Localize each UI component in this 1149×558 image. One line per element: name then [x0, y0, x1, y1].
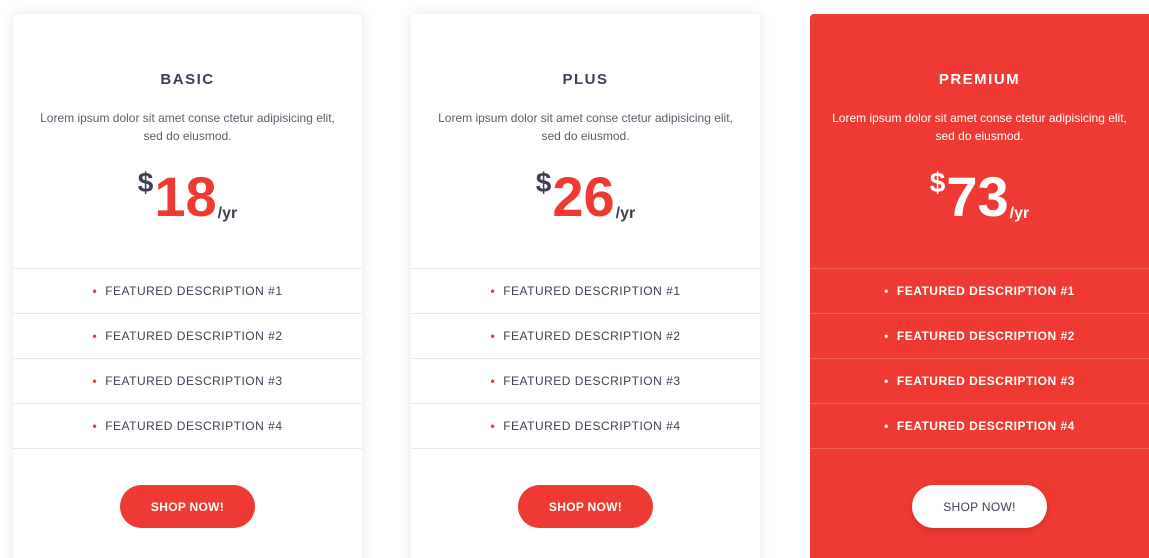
feature-label: FEATURED DESCRIPTION #3 — [896, 374, 1075, 388]
card-header: PLUS Lorem ipsum dolor sit amet conse ct… — [411, 14, 760, 268]
cta-area: SHOP NOW! — [810, 449, 1149, 556]
feature-label: FEATURED DESCRIPTION #4 — [503, 419, 681, 433]
price-period: /yr — [615, 205, 636, 222]
feature-label: FEATURED DESCRIPTION #1 — [105, 284, 283, 298]
feature-item: • FEATURED DESCRIPTION #2 — [13, 314, 362, 359]
feature-label: FEATURED DESCRIPTION #2 — [105, 329, 283, 343]
pricing-card-premium: PREMIUM Lorem ipsum dolor sit amet conse… — [810, 14, 1149, 558]
feature-label: FEATURED DESCRIPTION #2 — [503, 329, 681, 343]
bullet-icon: • — [884, 419, 889, 433]
bullet-icon: • — [92, 284, 98, 298]
card-header: BASIC Lorem ipsum dolor sit amet conse c… — [13, 14, 362, 268]
feature-item: • FEATURED DESCRIPTION #3 — [810, 359, 1149, 404]
plan-description: Lorem ipsum dolor sit amet conse ctetur … — [438, 111, 733, 143]
price-amount: 73 — [946, 165, 1009, 228]
price-period: /yr — [217, 205, 238, 222]
price-period: /yr — [1009, 205, 1030, 222]
price-amount: 26 — [552, 165, 615, 228]
feature-item: • FEATURED DESCRIPTION #4 — [411, 404, 760, 449]
bullet-icon: • — [92, 419, 98, 433]
feature-label: FEATURED DESCRIPTION #4 — [896, 419, 1075, 433]
feature-label: FEATURED DESCRIPTION #1 — [503, 284, 681, 298]
feature-item: • FEATURED DESCRIPTION #1 — [810, 269, 1149, 314]
shop-now-button[interactable]: SHOP NOW! — [912, 485, 1047, 528]
feature-item: • FEATURED DESCRIPTION #4 — [810, 404, 1149, 449]
shop-now-button[interactable]: SHOP NOW! — [120, 485, 255, 528]
bullet-icon: • — [92, 374, 98, 388]
price-amount: 18 — [154, 165, 217, 228]
feature-list: • FEATURED DESCRIPTION #1 • FEATURED DESCR… — [411, 268, 760, 449]
bullet-icon: • — [884, 374, 889, 388]
feature-label: FEATURED DESCRIPTION #3 — [503, 374, 681, 388]
feature-item: • FEATURED DESCRIPTION #4 — [13, 404, 362, 449]
cta-area: SHOP NOW! — [411, 449, 760, 556]
feature-label: FEATURED DESCRIPTION #1 — [896, 284, 1075, 298]
cta-area: SHOP NOW! — [13, 449, 362, 556]
bullet-icon: • — [884, 329, 889, 343]
bullet-icon: • — [490, 419, 496, 433]
feature-list: • FEATURED DESCRIPTION #1 • FEATURED DESCR… — [810, 268, 1149, 449]
plan-name: BASIC — [160, 71, 215, 88]
feature-list: • FEATURED DESCRIPTION #1 • FEATURED DESCR… — [13, 268, 362, 449]
bullet-icon: • — [92, 329, 98, 343]
feature-label: FEATURED DESCRIPTION #3 — [105, 374, 283, 388]
bullet-icon: • — [884, 284, 889, 298]
shop-now-button[interactable]: SHOP NOW! — [518, 485, 653, 528]
feature-item: • FEATURED DESCRIPTION #1 — [13, 269, 362, 314]
price: $ 18 /yr — [13, 163, 362, 233]
currency-symbol: $ — [535, 167, 552, 198]
feature-item: • FEATURED DESCRIPTION #3 — [13, 359, 362, 404]
feature-item: • FEATURED DESCRIPTION #3 — [411, 359, 760, 404]
bullet-icon: • — [490, 284, 496, 298]
feature-item: • FEATURED DESCRIPTION #2 — [411, 314, 760, 359]
feature-label: FEATURED DESCRIPTION #4 — [105, 419, 283, 433]
feature-item: • FEATURED DESCRIPTION #2 — [810, 314, 1149, 359]
plan-description: Lorem ipsum dolor sit amet conse ctetur … — [40, 111, 335, 143]
currency-symbol: $ — [137, 167, 154, 198]
pricing-card-basic: BASIC Lorem ipsum dolor sit amet conse c… — [13, 14, 362, 558]
price: $ 26 /yr — [411, 163, 760, 233]
feature-item: • FEATURED DESCRIPTION #1 — [411, 269, 760, 314]
plan-description: Lorem ipsum dolor sit amet conse ctetur … — [832, 111, 1127, 143]
bullet-icon: • — [490, 329, 496, 343]
pricing-table: BASIC Lorem ipsum dolor sit amet conse c… — [0, 0, 1149, 558]
feature-label: FEATURED DESCRIPTION #2 — [896, 329, 1075, 343]
pricing-card-plus: PLUS Lorem ipsum dolor sit amet conse ct… — [411, 14, 760, 558]
card-header: PREMIUM Lorem ipsum dolor sit amet conse… — [810, 14, 1149, 268]
currency-symbol: $ — [929, 167, 946, 198]
bullet-icon: • — [490, 374, 496, 388]
plan-name: PLUS — [562, 71, 609, 88]
plan-name: PREMIUM — [938, 71, 1021, 88]
price: $ 73 /yr — [810, 163, 1149, 233]
